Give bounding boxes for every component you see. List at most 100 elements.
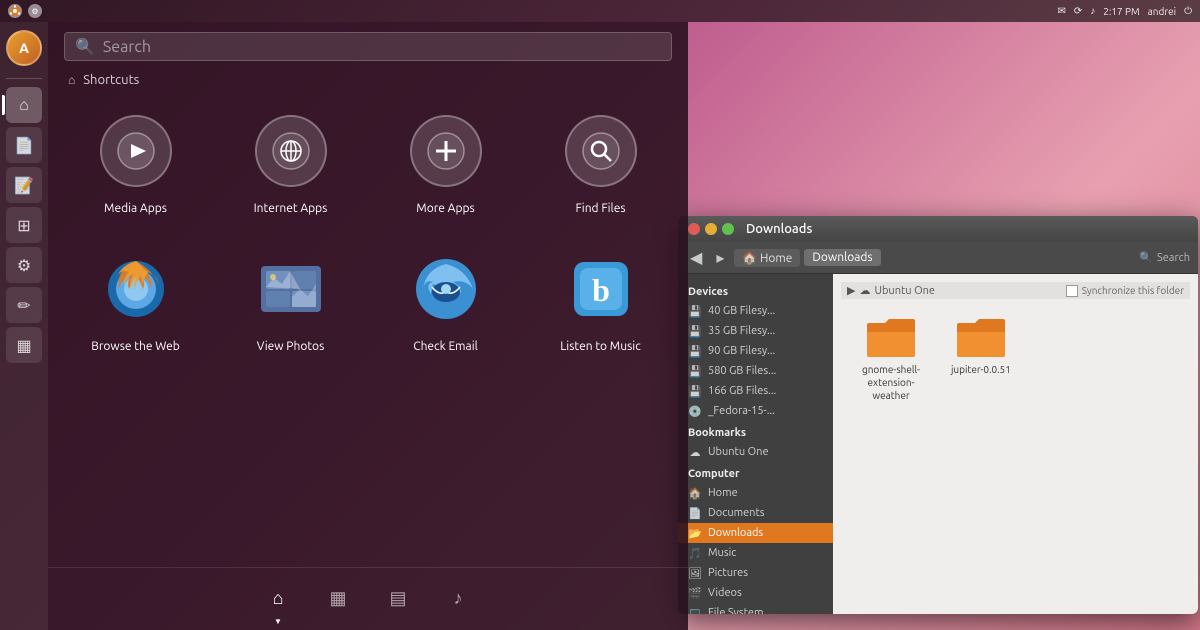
- sidebar-item-home[interactable]: ⌂: [6, 87, 42, 123]
- avatar[interactable]: A: [6, 30, 42, 66]
- app-item-view-photos[interactable]: View Photos: [213, 233, 368, 371]
- app-item-listen-music[interactable]: b Listen to Music: [523, 233, 678, 371]
- fm-sidebar-home[interactable]: 🏠 Home: [678, 483, 833, 503]
- app-item-browse-web[interactable]: Browse the Web: [58, 233, 213, 371]
- mail-topbar-icon[interactable]: ✉: [1058, 5, 1066, 17]
- internet-apps-label: Internet Apps: [254, 201, 328, 217]
- search-bar: 🔍: [48, 22, 688, 69]
- find-files-icon: [565, 115, 637, 187]
- dash-tab-docs[interactable]: ▤: [368, 578, 428, 618]
- sync-checkbox[interactable]: [1066, 285, 1078, 297]
- fm-sidebar-40gb[interactable]: 💾 40 GB Filesy...: [678, 301, 833, 321]
- fm-sidebar: Devices 💾 40 GB Filesy... 💾 35 GB Filesy…: [678, 274, 833, 614]
- fm-minimize-button[interactable]: [705, 223, 717, 235]
- time-display: 2:17 PM: [1103, 6, 1139, 17]
- listen-music-icon-wrap: b: [561, 249, 641, 329]
- disk-icon: 💾: [688, 384, 702, 398]
- text-icon: 📝: [14, 176, 34, 195]
- speaker-topbar-icon[interactable]: ♪: [1090, 5, 1095, 17]
- sidebar-item-settings[interactable]: ⚙: [6, 247, 42, 283]
- sidebar-item-files[interactable]: 📄: [6, 127, 42, 163]
- fm-sidebar-videos[interactable]: 🎬 Videos: [678, 583, 833, 603]
- network-topbar-icon[interactable]: ⟳: [1074, 5, 1082, 17]
- media-apps-label: Media Apps: [104, 201, 167, 217]
- fm-back-button[interactable]: ◀: [686, 246, 706, 269]
- find-files-icon-wrap: [561, 111, 641, 191]
- cd-icon: 💿: [688, 404, 702, 418]
- firefox-icon: [101, 254, 171, 324]
- user-display[interactable]: andrei: [1148, 6, 1176, 17]
- jupiter-label: jupiter-0.0.51: [951, 363, 1011, 376]
- media-apps-icon: [100, 115, 172, 187]
- settings-icon: ⚙: [17, 256, 31, 275]
- fm-sidebar-580gb[interactable]: 💾 580 GB Files...: [678, 361, 833, 381]
- fm-sync-check: Synchronize this folder: [1066, 285, 1184, 297]
- disk-icon: 💾: [688, 324, 702, 338]
- fm-search-icon: 🔍: [1139, 251, 1153, 264]
- thunderbird-icon: [411, 254, 481, 324]
- view-photos-icon-wrap: [251, 249, 331, 329]
- fm-file-jupiter[interactable]: jupiter-0.0.51: [951, 315, 1011, 402]
- folder-icon-jupiter: [955, 315, 1007, 359]
- fm-sidebar-documents[interactable]: 📄 Documents: [678, 503, 833, 523]
- check-email-label: Check Email: [413, 339, 478, 355]
- fm-sidebar-90gb[interactable]: 💾 90 GB Filesy...: [678, 341, 833, 361]
- fm-sidebar-fedora[interactable]: 💿 _Fedora-15-...: [678, 401, 833, 421]
- fm-file-gnome-shell[interactable]: gnome-shell-extension-weather: [851, 315, 931, 402]
- settings-topbar-icon[interactable]: ⚙: [28, 4, 42, 18]
- fm-breadcrumb-downloads[interactable]: Downloads: [804, 249, 880, 266]
- listen-music-label: Listen to Music: [560, 339, 641, 355]
- power-icon[interactable]: ⏻: [1184, 5, 1192, 17]
- fm-maximize-button[interactable]: [722, 223, 734, 235]
- fm-close-button[interactable]: [688, 223, 700, 235]
- ubuntu-logo-icon[interactable]: [8, 4, 22, 18]
- app-item-check-email[interactable]: Check Email: [368, 233, 523, 371]
- fm-titlebar: Downloads: [678, 216, 1198, 242]
- fm-separator: ▸: [712, 246, 728, 269]
- fm-sidebar-166gb[interactable]: 💾 166 GB Files...: [678, 381, 833, 401]
- search-input[interactable]: [103, 38, 661, 56]
- dash-tab-music[interactable]: ♪: [428, 578, 488, 618]
- app-item-internet-apps[interactable]: Internet Apps: [213, 95, 368, 233]
- ubuntu-one-arrow[interactable]: ▶: [847, 284, 855, 297]
- fm-search-label: Search: [1157, 252, 1190, 264]
- sidebar-item-edit[interactable]: ✏: [6, 287, 42, 323]
- sidebar-divider: [6, 78, 42, 79]
- downloads-icon: 📂: [688, 526, 702, 540]
- sidebar-item-grid[interactable]: ▦: [6, 327, 42, 363]
- dash-overlay: 🔍 ⌂ Shortcuts Media Apps: [48, 22, 688, 630]
- home-icon: ⌂: [19, 96, 29, 115]
- fm-breadcrumb-home[interactable]: 🏠 Home: [734, 249, 800, 267]
- fm-search[interactable]: 🔍 Search: [1139, 251, 1190, 264]
- disk-icon: 💾: [688, 344, 702, 358]
- fm-sidebar-music[interactable]: 🎵 Music: [678, 543, 833, 563]
- grid-icon: ▦: [16, 336, 31, 355]
- internet-apps-icon: [255, 115, 327, 187]
- unity-sidebar: A ⌂ 📄 📝 ⊞ ⚙ ✏ ▦: [0, 22, 48, 630]
- home-sidebar-icon: 🏠: [688, 486, 702, 500]
- fm-sidebar-pictures[interactable]: 🖼 Pictures: [678, 563, 833, 583]
- fm-sidebar-ubuntu-one[interactable]: ☁ Ubuntu One: [678, 442, 833, 462]
- fm-body: Devices 💾 40 GB Filesy... 💾 35 GB Filesy…: [678, 274, 1198, 614]
- view-photos-label: View Photos: [257, 339, 325, 355]
- sidebar-item-text[interactable]: 📝: [6, 167, 42, 203]
- ubuntu-one-cloud-icon: ☁: [859, 284, 870, 297]
- svg-text:b: b: [592, 272, 610, 308]
- search-icon: 🔍: [75, 37, 95, 56]
- app-item-more-apps[interactable]: More Apps: [368, 95, 523, 233]
- sidebar-item-apps[interactable]: ⊞: [6, 207, 42, 243]
- fm-breadcrumb: 🏠 Home Downloads: [734, 249, 1133, 267]
- app-item-find-files[interactable]: Find Files: [523, 95, 678, 233]
- dash-tab-home[interactable]: ⌂: [248, 578, 308, 618]
- fm-sidebar-downloads[interactable]: 📂 Downloads: [678, 523, 833, 543]
- fm-sidebar-35gb[interactable]: 💾 35 GB Filesy...: [678, 321, 833, 341]
- app-item-media-apps[interactable]: Media Apps: [58, 95, 213, 233]
- gnome-shell-label: gnome-shell-extension-weather: [851, 363, 931, 402]
- videos-icon: 🎬: [688, 586, 702, 600]
- music-sidebar-icon: 🎵: [688, 546, 702, 560]
- fm-computer-header: Computer: [678, 462, 833, 483]
- home-bread-label: Home: [760, 252, 792, 265]
- dash-tab-barchart[interactable]: ▦: [308, 578, 368, 618]
- fm-sidebar-filesystem[interactable]: 💻 File System: [678, 603, 833, 614]
- search-input-wrap[interactable]: 🔍: [64, 32, 672, 61]
